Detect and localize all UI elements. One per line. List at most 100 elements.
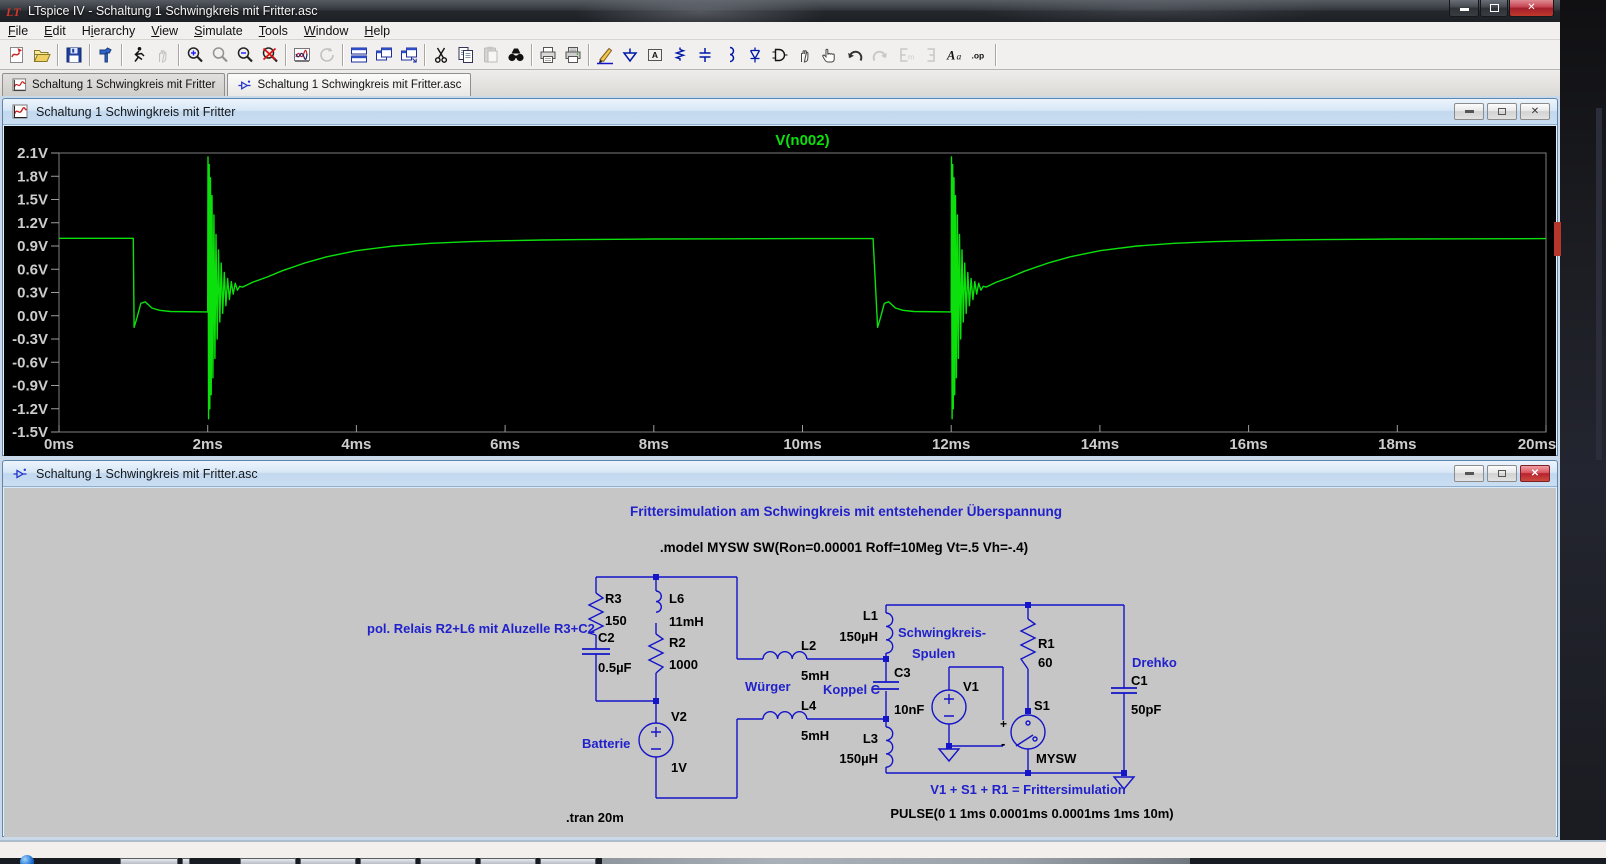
- wave-restore-button[interactable]: [1487, 103, 1517, 120]
- schematic-label: V2: [671, 709, 687, 724]
- taskbar-button[interactable]: [120, 858, 178, 864]
- tile-horizontal-button[interactable]: [346, 43, 371, 67]
- capacitor-button[interactable]: [692, 43, 717, 67]
- waveform-window-titlebar[interactable]: Schaltung 1 Schwingkreis mit Fritter ✕: [3, 99, 1557, 125]
- taskbar-button[interactable]: [360, 858, 416, 864]
- svg-text:.op: .op: [971, 50, 984, 60]
- taskbar-button[interactable]: [540, 858, 596, 864]
- maximize-button[interactable]: [1480, 0, 1508, 17]
- wave-minimize-button[interactable]: [1454, 103, 1484, 120]
- sch-restore-button[interactable]: [1487, 465, 1517, 482]
- menu-simulate[interactable]: Simulate: [186, 22, 251, 40]
- zoom-extents-button[interactable]: [257, 43, 282, 67]
- x-tick-label: 4ms: [341, 436, 371, 453]
- label-button[interactable]: A: [642, 43, 667, 67]
- spice-directive-button[interactable]: .op: [967, 43, 992, 67]
- schematic-label: 1000: [669, 657, 698, 672]
- save-button[interactable]: [61, 43, 86, 67]
- start-button[interactable]: [20, 855, 34, 864]
- taskbar-button[interactable]: [182, 858, 190, 864]
- trace-vn002: [59, 157, 1546, 419]
- print-button[interactable]: [560, 43, 585, 67]
- y-tick-label: -0.3V: [12, 331, 48, 348]
- y-tick-label: 1.2V: [17, 215, 48, 232]
- text-button[interactable]: Aa: [942, 43, 967, 67]
- schematic-label: Koppel C: [823, 682, 881, 697]
- waveform-plot[interactable]: 2.1V1.8V1.5V1.2V0.9V0.6V0.3V0.0V-0.3V-0.…: [6, 126, 1556, 454]
- menu-hierarchy[interactable]: Hierarchy: [74, 22, 144, 40]
- move-button[interactable]: [792, 43, 817, 67]
- tab-schematic[interactable]: Schaltung 1 Schwingkreis mit Fritter.asc: [227, 73, 471, 96]
- schematic-label: 1V: [671, 760, 687, 775]
- screen: LT LTspice IV - Schaltung 1 Schwingkreis…: [0, 0, 1606, 864]
- schematic-label: L1: [863, 608, 878, 623]
- new-schematic-button[interactable]: [4, 43, 29, 67]
- ground-button[interactable]: [617, 43, 642, 67]
- x-tick-label: 12ms: [932, 436, 970, 453]
- schematic-label: L3: [863, 731, 878, 746]
- component-button[interactable]: [767, 43, 792, 67]
- open-button[interactable]: [29, 43, 54, 67]
- menu-view[interactable]: View: [143, 22, 186, 40]
- schematic-icon: [237, 78, 252, 93]
- menu-file[interactable]: File: [0, 22, 36, 40]
- run-button[interactable]: [125, 43, 150, 67]
- x-tick-label: 20ms: [1518, 436, 1556, 453]
- waveform-plot-area[interactable]: 2.1V1.8V1.5V1.2V0.9V0.6V0.3V0.0V-0.3V-0.…: [4, 126, 1556, 456]
- minimize-button[interactable]: [1449, 0, 1479, 17]
- schematic-label: C2: [598, 630, 615, 645]
- x-tick-label: 8ms: [639, 436, 669, 453]
- menu-edit[interactable]: Edit: [36, 22, 74, 40]
- close-button[interactable]: ✕: [1509, 0, 1554, 17]
- schematic-window-titlebar[interactable]: Schaltung 1 Schwingkreis mit Fritter.asc…: [3, 461, 1557, 487]
- schematic-label: Batterie: [582, 736, 630, 751]
- menu-help[interactable]: Help: [356, 22, 398, 40]
- trace-label[interactable]: V(n002): [775, 132, 829, 149]
- cascade-button[interactable]: [396, 43, 421, 67]
- find-button[interactable]: [503, 43, 528, 67]
- taskbar-button[interactable]: [300, 858, 356, 864]
- ltspice-logo-icon: LT: [6, 3, 22, 19]
- resistor-button[interactable]: [667, 43, 692, 67]
- schematic-label: V1 + S1 + R1 = Frittersimulation: [930, 782, 1125, 797]
- wire-button[interactable]: [592, 43, 617, 67]
- copy-button[interactable]: [453, 43, 478, 67]
- zoom-out-button[interactable]: [232, 43, 257, 67]
- schematic-label: 5mH: [801, 728, 829, 743]
- sch-close-button[interactable]: ✕: [1520, 465, 1550, 482]
- zoom-in-button[interactable]: [182, 43, 207, 67]
- tab-waveform[interactable]: Schaltung 1 Schwingkreis mit Fritter: [2, 73, 225, 96]
- schematic-label: L2: [801, 638, 816, 653]
- y-tick-label: 1.5V: [17, 192, 48, 209]
- inductor-button[interactable]: [717, 43, 742, 67]
- sch-minimize-button[interactable]: [1454, 465, 1484, 482]
- taskbar: [0, 858, 1606, 864]
- tile-vertical-button[interactable]: [371, 43, 396, 67]
- x-tick-label: 16ms: [1229, 436, 1267, 453]
- undo-button[interactable]: [842, 43, 867, 67]
- wave-close-button[interactable]: ✕: [1520, 103, 1550, 120]
- paste-button: [478, 43, 503, 67]
- svg-text:A: A: [946, 48, 955, 62]
- taskbar-button[interactable]: [420, 858, 476, 864]
- titlebar[interactable]: LT LTspice IV - Schaltung 1 Schwingkreis…: [0, 0, 1560, 22]
- tab-label: Schaltung 1 Schwingkreis mit Fritter: [32, 79, 215, 91]
- control-panel-button[interactable]: [93, 43, 118, 67]
- cut-button[interactable]: [428, 43, 453, 67]
- background-red-artifact: [1554, 222, 1561, 256]
- ltspice-window: LT LTspice IV - Schaltung 1 Schwingkreis…: [0, 0, 1560, 840]
- print-setup-button[interactable]: [535, 43, 560, 67]
- schematic-label: 150: [605, 613, 627, 628]
- schematic-drawing[interactable]: Frittersimulation am Schwingkreis mit en…: [6, 488, 1556, 836]
- diode-button[interactable]: [742, 43, 767, 67]
- taskbar-button[interactable]: [480, 858, 536, 864]
- menu-tools[interactable]: Tools: [251, 22, 296, 40]
- plot-settings-button[interactable]: [289, 43, 314, 67]
- schematic-canvas[interactable]: Frittersimulation am Schwingkreis mit en…: [4, 488, 1556, 837]
- taskbar-button[interactable]: [240, 858, 296, 864]
- statusbar: [0, 840, 1606, 858]
- drag-button[interactable]: [817, 43, 842, 67]
- schematic-label: V1: [963, 679, 979, 694]
- svg-text:m: m: [908, 52, 914, 61]
- menu-window[interactable]: Window: [296, 22, 356, 40]
